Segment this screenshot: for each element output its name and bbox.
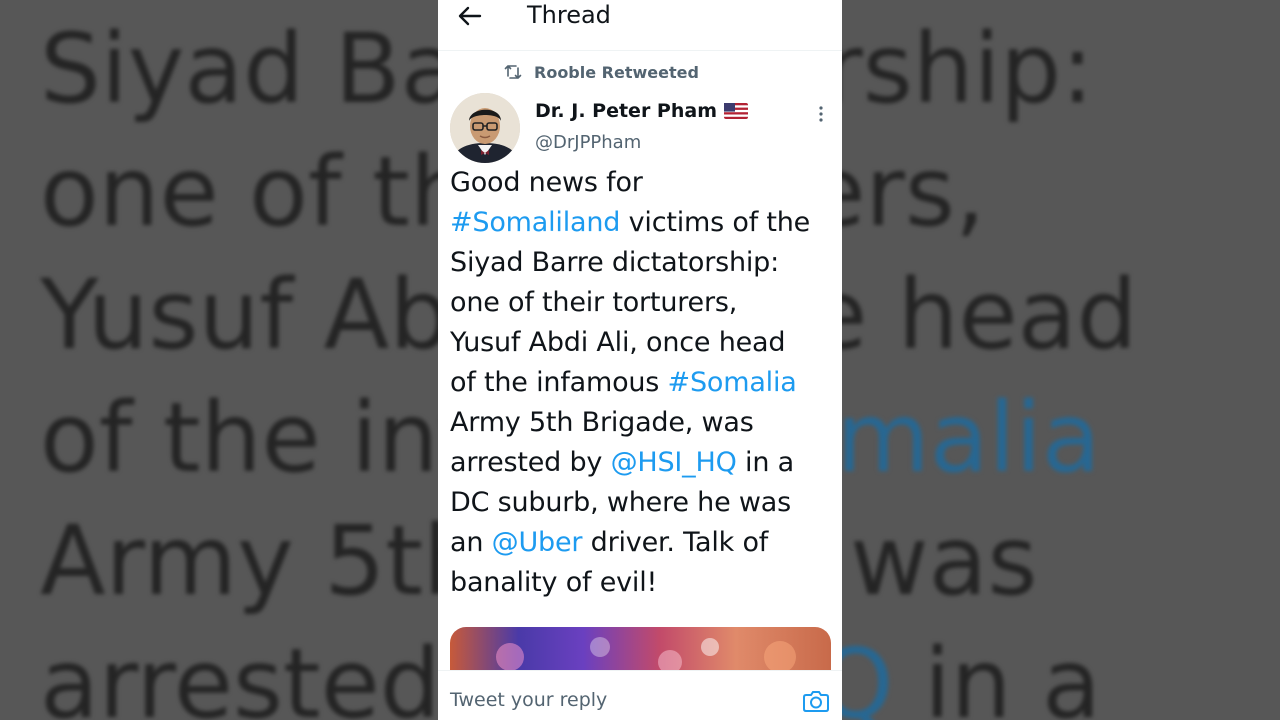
tweet-text-segment: driver. Talk of: [582, 527, 769, 558]
tweet-line: banality of evil!: [450, 563, 834, 603]
author-name: Dr. J. Peter Pham: [535, 100, 718, 122]
tweet-line: one of their torturers,: [450, 283, 834, 323]
tweet-text-segment: Siyad Barre dictatorship:: [450, 247, 780, 278]
author-handle[interactable]: @DrJPPham: [535, 132, 641, 153]
avatar-portrait-icon: [450, 93, 520, 163]
tweet-line: Siyad Barre dictatorship:: [450, 243, 834, 283]
thread-panel: Thread Rooble Retweeted Dr. J. Peter Pha…: [438, 0, 842, 720]
tweet-text-segment: Army 5th Brigade, was: [450, 407, 754, 438]
us-flag-icon: [724, 103, 749, 119]
tweet-line: DC suburb, where he was: [450, 483, 834, 523]
mention-link[interactable]: @HSI_HQ: [611, 447, 737, 478]
retweet-icon: [504, 65, 522, 79]
tweet-line: arrested by @HSI_HQ in a: [450, 443, 834, 483]
hashtag-link[interactable]: #Somalia: [668, 367, 797, 398]
reply-bar: Tweet your reply: [438, 670, 842, 720]
tweet-text-segment: one of their torturers,: [450, 287, 738, 318]
tweet-text-segment: Good news for: [450, 167, 643, 198]
page-title: Thread: [527, 1, 611, 29]
retweet-context[interactable]: Rooble Retweeted: [504, 61, 699, 83]
tweet-line: an @Uber driver. Talk of: [450, 523, 834, 563]
tweet-line: #Somaliland victims of the: [450, 203, 834, 243]
mention-link[interactable]: @Uber: [492, 527, 583, 558]
avatar[interactable]: [450, 93, 520, 163]
more-options-icon[interactable]: [816, 104, 826, 124]
tweet-line: Good news for: [450, 163, 834, 203]
tweet-line: Yusuf Abdi Ali, once head: [450, 323, 834, 363]
tweet-text-segment: in a: [736, 447, 794, 478]
tweet-text-segment: of the infamous: [450, 367, 668, 398]
tweet-body: Good news for #Somaliland victims of the S…: [450, 163, 834, 603]
tweet-text-segment: victims of the: [620, 207, 811, 238]
reply-input[interactable]: Tweet your reply: [450, 689, 607, 711]
tweet-text-segment: an: [450, 527, 492, 558]
tweet-text-segment: arrested by: [450, 447, 611, 478]
tweet-text-segment: DC suburb, where he was: [450, 487, 791, 518]
hashtag-link[interactable]: #Somaliland: [450, 207, 620, 238]
tweet-line: of the infamous #Somalia: [450, 363, 834, 403]
tweet-line: Army 5th Brigade, was: [450, 403, 834, 443]
tweet-text-segment: banality of evil!: [450, 567, 658, 598]
retweet-label: Rooble Retweeted: [534, 62, 699, 82]
arrow-left-icon[interactable]: [456, 4, 484, 28]
camera-icon[interactable]: [802, 687, 830, 713]
tweet-text-segment: Yusuf Abdi Ali, once head: [450, 327, 786, 358]
thread-header: Thread: [438, 0, 842, 51]
author-name-row[interactable]: Dr. J. Peter Pham: [535, 100, 749, 122]
